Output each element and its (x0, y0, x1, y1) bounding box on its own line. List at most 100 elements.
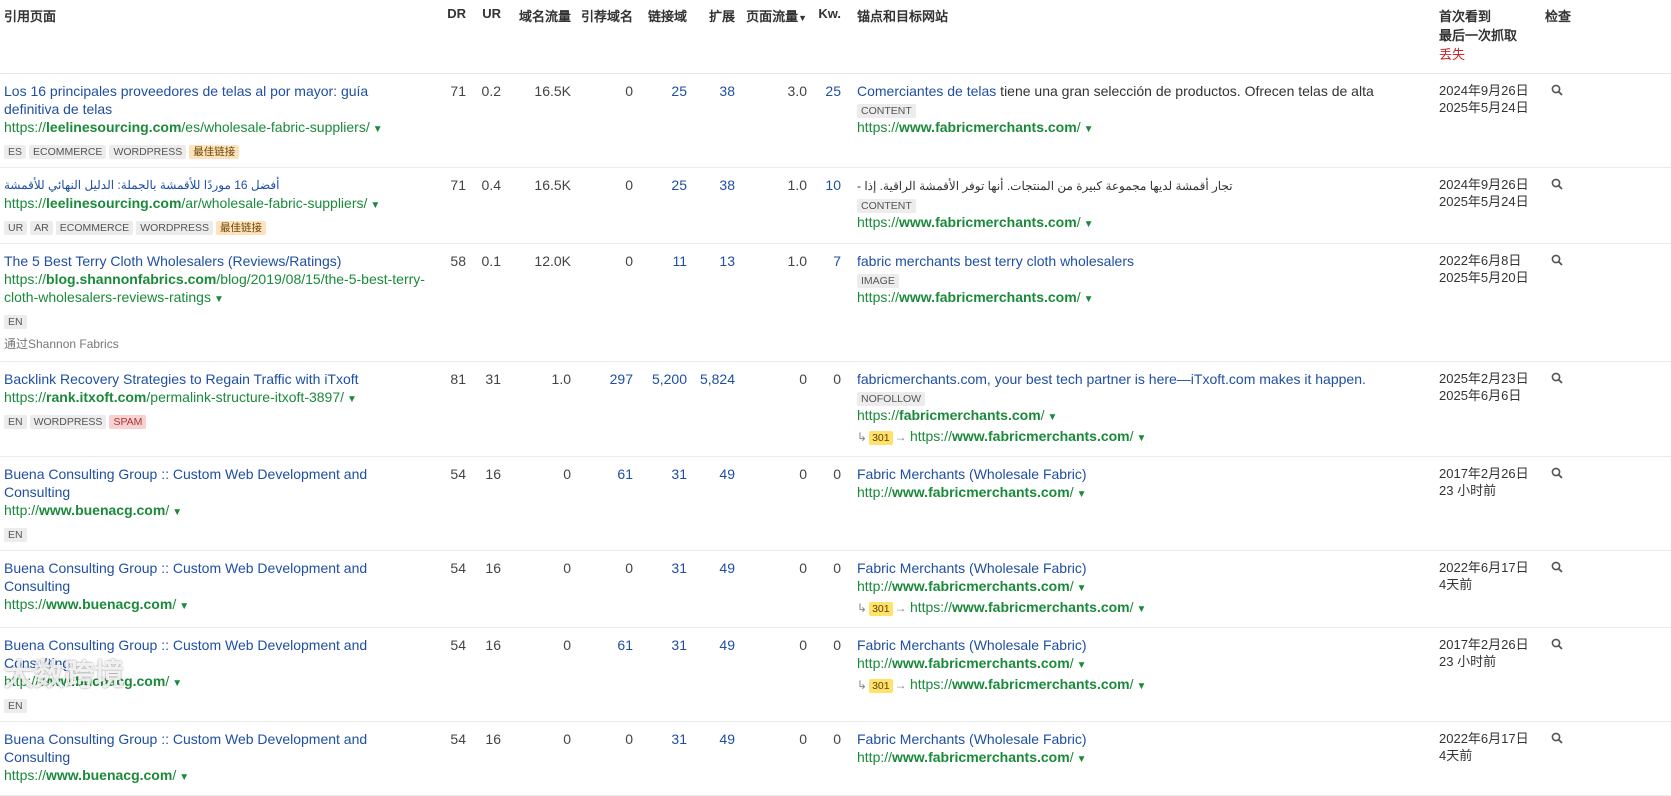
anchor-link[interactable]: Fabric Merchants (Wholesale Fabric) (857, 637, 1087, 653)
ext-value[interactable]: 49 (719, 637, 735, 653)
col-anchor-target[interactable]: 锚点和目标网站 (845, 0, 1435, 74)
caret-down-icon[interactable]: ▼ (1077, 583, 1087, 594)
target-url-scheme: http:// (857, 484, 893, 500)
anchor-link[interactable]: fabricmerchants.com, your best tech part… (857, 371, 1366, 387)
anchor-link[interactable]: Comerciantes de telas (857, 83, 996, 99)
caret-down-icon[interactable]: ▼ (1084, 219, 1094, 230)
magnifier-icon[interactable] (1551, 176, 1563, 194)
col-ref-domains[interactable]: 引荐域名 (575, 0, 637, 74)
caret-down-icon[interactable]: ▼ (370, 200, 380, 211)
caret-down-icon[interactable]: ▼ (373, 124, 383, 135)
redirect-chain[interactable]: ↳ 301 → https://www.fabricmerchants.com/▼ (857, 427, 1431, 448)
linked-domains-value[interactable]: 31 (671, 731, 687, 747)
ref-page-url[interactable]: https://www.buenacg.com/▼ (4, 766, 426, 787)
caret-down-icon[interactable]: ▼ (214, 294, 224, 305)
ref-page-url[interactable]: http://www.buenacg.com/▼ (4, 501, 426, 522)
col-linked-domains[interactable]: 链接域 (637, 0, 691, 74)
anchor-link[interactable]: fabric merchants best terry cloth wholes… (857, 253, 1134, 269)
magnifier-icon[interactable] (1551, 370, 1563, 388)
ext-value[interactable]: 49 (719, 560, 735, 576)
ref-page-title-link[interactable]: Buena Consulting Group :: Custom Web Dev… (4, 636, 426, 672)
ref-page-title-link[interactable]: أفضل 16 موردًا للأقمشة بالجملة: الدليل ا… (4, 176, 426, 194)
col-ref-page[interactable]: 引用页面 (0, 0, 430, 74)
caret-down-icon[interactable]: ▼ (1077, 754, 1087, 765)
magnifier-icon[interactable] (1551, 730, 1563, 748)
caret-down-icon[interactable]: ▼ (1137, 433, 1147, 444)
anchor-link[interactable]: Fabric Merchants (Wholesale Fabric) (857, 560, 1087, 576)
ext-value[interactable]: 38 (719, 83, 735, 99)
redirect-chain[interactable]: ↳ 301 → https://www.fabricmerchants.com/▼ (857, 675, 1431, 696)
redirect-chain[interactable]: ↳ 301 → https://www.fabricmerchants.com/▼ (857, 598, 1431, 619)
ref-page-url[interactable]: https://leelinesourcing.com/es/wholesale… (4, 118, 426, 139)
caret-down-icon[interactable]: ▼ (179, 772, 189, 783)
ref-domains-value[interactable]: 61 (617, 637, 633, 653)
target-url[interactable]: https://www.fabricmerchants.com/▼ (857, 213, 1431, 234)
ref-page-title-link[interactable]: Buena Consulting Group :: Custom Web Dev… (4, 730, 426, 766)
ref-page-url[interactable]: https://www.buenacg.com/▼ (4, 595, 426, 616)
kw-value[interactable]: 7 (833, 253, 841, 269)
caret-down-icon[interactable]: ▼ (172, 507, 182, 518)
caret-down-icon[interactable]: ▼ (1137, 604, 1147, 615)
target-url[interactable]: https://fabricmerchants.com/▼ (857, 406, 1431, 427)
caret-down-icon[interactable]: ▼ (172, 678, 182, 689)
ext-value[interactable]: 49 (719, 466, 735, 482)
anchor-link[interactable]: Fabric Merchants (Wholesale Fabric) (857, 466, 1087, 482)
col-dr[interactable]: DR (430, 0, 470, 74)
caret-down-icon[interactable]: ▼ (179, 601, 189, 612)
ref-page-url[interactable]: https://rank.itxoft.com/permalink-struct… (4, 388, 426, 409)
ref-domains-value[interactable]: 61 (617, 466, 633, 482)
ref-domains-value[interactable]: 297 (610, 371, 633, 387)
caret-down-icon[interactable]: ▼ (1084, 294, 1094, 305)
col-dates[interactable]: 首次看到 最后一次抓取 丢失 (1435, 0, 1545, 74)
magnifier-icon[interactable] (1551, 465, 1563, 483)
caret-down-icon[interactable]: ▼ (1077, 660, 1087, 671)
ext-value[interactable]: 5,824 (700, 371, 735, 387)
linked-domains-value[interactable]: 25 (671, 83, 687, 99)
target-url[interactable]: http://www.fabricmerchants.com/▼ (857, 483, 1431, 504)
kw-value[interactable]: 25 (825, 83, 841, 99)
col-ext[interactable]: 扩展 (691, 0, 739, 74)
linked-domains-value[interactable]: 31 (671, 637, 687, 653)
target-url[interactable]: http://www.fabricmerchants.com/▼ (857, 654, 1431, 675)
ref-domains-value: 0 (625, 177, 633, 193)
target-url[interactable]: http://www.fabricmerchants.com/▼ (857, 577, 1431, 598)
ref-page-title-link[interactable]: Buena Consulting Group :: Custom Web Dev… (4, 465, 426, 501)
ext-value[interactable]: 49 (719, 731, 735, 747)
col-kw[interactable]: Kw. (811, 0, 845, 74)
caret-down-icon[interactable]: ▼ (1077, 489, 1087, 500)
caret-down-icon[interactable]: ▼ (347, 394, 357, 405)
dr-value: 54 (450, 560, 466, 576)
caret-down-icon[interactable]: ▼ (1048, 412, 1058, 423)
ref-page-title-link[interactable]: Los 16 principales proveedores de telas … (4, 82, 426, 118)
anchor-link[interactable]: Fabric Merchants (Wholesale Fabric) (857, 731, 1087, 747)
ref-page-url[interactable]: https://blog.shannonfabrics.com/blog/201… (4, 270, 426, 309)
magnifier-icon[interactable] (1551, 636, 1563, 654)
magnifier-icon[interactable] (1551, 82, 1563, 100)
linked-domains-value[interactable]: 25 (671, 177, 687, 193)
linked-domains-value[interactable]: 5,200 (652, 371, 687, 387)
redirect-url-domain: www.fabricmerchants.com (951, 676, 1130, 692)
caret-down-icon[interactable]: ▼ (1137, 681, 1147, 692)
ref-page-title-link[interactable]: The 5 Best Terry Cloth Wholesalers (Revi… (4, 252, 426, 270)
ref-page-url[interactable]: https://leelinesourcing.com/ar/wholesale… (4, 194, 426, 215)
linked-domains-value[interactable]: 11 (672, 253, 687, 269)
kw-value[interactable]: 10 (825, 177, 841, 193)
target-url[interactable]: http://www.fabricmerchants.com/▼ (857, 748, 1431, 769)
ref-page-url[interactable]: http://www.buenacg.com/▼ (4, 672, 426, 693)
magnifier-icon[interactable] (1551, 252, 1563, 270)
domain-traffic-value-cell: 0 (505, 456, 575, 551)
caret-down-icon[interactable]: ▼ (1084, 124, 1094, 135)
col-domain-traffic[interactable]: 域名流量 (505, 0, 575, 74)
ext-value[interactable]: 38 (719, 177, 735, 193)
ref-page-title-link[interactable]: Buena Consulting Group :: Custom Web Dev… (4, 559, 426, 595)
ref-page-title-link[interactable]: Backlink Recovery Strategies to Regain T… (4, 370, 426, 388)
ref-url-scheme: https:// (4, 596, 47, 612)
col-page-traffic[interactable]: 页面流量▼ (739, 0, 811, 74)
target-url[interactable]: https://www.fabricmerchants.com/▼ (857, 118, 1431, 139)
ext-value[interactable]: 13 (719, 253, 735, 269)
target-url[interactable]: https://www.fabricmerchants.com/▼ (857, 288, 1431, 309)
linked-domains-value[interactable]: 31 (671, 466, 687, 482)
col-ur[interactable]: UR (470, 0, 505, 74)
magnifier-icon[interactable] (1551, 559, 1563, 577)
linked-domains-value[interactable]: 31 (671, 560, 687, 576)
